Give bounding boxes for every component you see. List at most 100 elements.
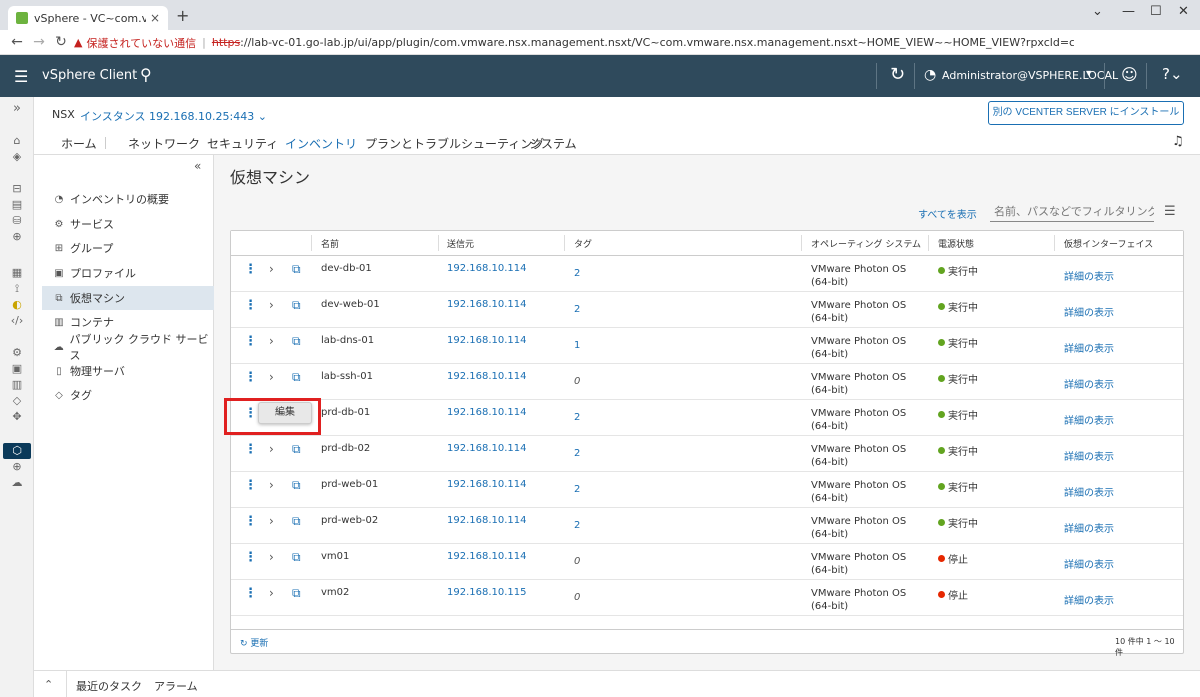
url-field[interactable]: ▲ 保護されていない通信 | https ://lab-vc-01.go-lab… [74,33,1074,52]
bell-icon[interactable]: ♫ [1172,134,1184,149]
home-icon[interactable]: ⌂ [9,133,25,149]
tags-icon[interactable]: ◇ [9,393,25,409]
vm-tag-count[interactable]: 2 [574,520,580,531]
tab-security[interactable]: セキュリティ [207,135,278,152]
view-details-link[interactable]: 詳細の表示 [1064,484,1114,499]
vms-templates-icon[interactable]: ▤ [9,197,25,213]
vm-tag-count[interactable]: 2 [574,268,580,279]
hosts-clusters-icon[interactable]: ⊟ [9,181,25,197]
vm-source-link[interactable]: 192.168.10.114 [447,371,527,382]
row-actions-icon[interactable]: ⋮ [244,262,257,277]
tab-network[interactable]: ネットワーク [128,135,200,152]
vm-source-link[interactable]: 192.168.10.114 [447,335,527,346]
networking-icon[interactable]: ⊕ [9,229,25,245]
alarms-tab[interactable]: アラーム [154,678,198,694]
refresh-icon[interactable]: ↻ [890,64,905,85]
vm-tag-count[interactable]: 2 [574,448,580,459]
show-all-link[interactable]: すべてを表示 [918,206,977,221]
expand-row-icon[interactable]: › [269,550,274,564]
vm-source-link[interactable]: 192.168.10.114 [447,479,527,490]
view-details-link[interactable]: 詳細の表示 [1064,556,1114,571]
vm-source-link[interactable]: 192.168.10.114 [447,551,527,562]
tab-home[interactable]: ホーム [61,135,97,152]
chevron-down-icon[interactable]: ⌄ [1092,4,1103,19]
sidebar-item-groups[interactable]: ⊞ グループ [42,236,214,260]
sidebar-item-inventory-overview[interactable]: ◔ インベントリの概要 [42,187,214,211]
storage-icon[interactable]: ⛁ [9,213,25,229]
menu-icon[interactable]: ☰ [14,67,28,86]
instance-selector[interactable]: インスタンス 192.168.10.25:443 ⌄ [80,108,267,124]
row-actions-icon[interactable]: ⋮ [244,442,257,457]
sidebar-item-services[interactable]: ⚙ サービス [42,212,214,236]
admin-icon[interactable]: ▣ [9,361,25,377]
tasks-icon[interactable]: ▥ [9,377,25,393]
vm-source-link[interactable]: 192.168.10.114 [447,299,527,310]
developer-icon[interactable]: ‹/› [9,313,25,329]
feedback-smile-icon[interactable]: ☺ [1121,65,1138,84]
sidebar-item-tags[interactable]: ◇ タグ [42,383,214,407]
security-warning[interactable]: 保護されていない通信 [86,35,196,51]
collapse-sidebar-icon[interactable]: « [194,159,201,173]
browser-tab[interactable]: vSphere - VC~com.vmware.nsx.m × [8,6,168,30]
column-header-vif[interactable]: 仮想インターフェイス [1064,237,1153,250]
vm-tag-count[interactable]: 2 [574,484,580,495]
search-icon[interactable]: ⚲ [140,65,152,84]
workload-icon[interactable]: ⟟ [9,281,25,297]
refresh-button[interactable]: ↻ 更新 [240,636,268,649]
cloud-icon[interactable]: ☁ [9,475,25,491]
column-header-name[interactable]: 名前 [321,237,339,250]
vm-source-link[interactable]: 192.168.10.114 [447,443,527,454]
user-menu[interactable]: Administrator@VSPHERE.LOCAL [942,69,1118,82]
view-details-link[interactable]: 詳細の表示 [1064,340,1114,355]
vm-source-link[interactable]: 192.168.10.114 [447,263,527,274]
column-header-source[interactable]: 送信元 [447,237,474,250]
view-details-link[interactable]: 詳細の表示 [1064,376,1114,391]
expand-row-icon[interactable]: › [269,298,274,312]
row-actions-icon[interactable]: ⋮ [244,514,257,529]
plugins-icon[interactable]: ✥ [9,409,25,425]
row-actions-icon[interactable]: ⋮ [244,298,257,313]
row-actions-icon[interactable]: ⋮ [244,370,257,385]
vm-source-link[interactable]: 192.168.10.115 [447,587,527,598]
vm-tag-count[interactable]: 2 [574,304,580,315]
nsx-icon[interactable]: ⬡ [3,443,31,459]
expand-row-icon[interactable]: › [269,262,274,276]
sidebar-item-profiles[interactable]: ▣ プロファイル [42,261,214,285]
filter-input[interactable] [990,202,1154,222]
expand-row-icon[interactable]: › [269,586,274,600]
view-details-link[interactable]: 詳細の表示 [1064,520,1114,535]
view-details-link[interactable]: 詳細の表示 [1064,268,1114,283]
forward-icon[interactable]: → [28,34,50,50]
maximize-icon[interactable]: ☐ [1150,4,1162,19]
policies-icon[interactable]: ⚙ [9,345,25,361]
chevron-down-icon[interactable]: ▾ [1086,68,1091,79]
tab-close-icon[interactable]: × [150,11,160,25]
tab-system[interactable]: システム [529,135,577,152]
expand-row-icon[interactable]: › [269,334,274,348]
minimize-icon[interactable]: — [1122,4,1135,19]
new-tab-icon[interactable]: + [176,6,189,25]
view-details-link[interactable]: 詳細の表示 [1064,304,1114,319]
recent-tasks-tab[interactable]: 最近のタスク [76,678,142,694]
expand-row-icon[interactable]: › [269,442,274,456]
row-actions-icon[interactable]: ⋮ [244,334,257,349]
row-actions-icon[interactable]: ⋮ [244,478,257,493]
view-details-link[interactable]: 詳細の表示 [1064,412,1114,427]
content-libraries-icon[interactable]: ▦ [9,265,25,281]
expand-row-icon[interactable]: › [269,370,274,384]
vm-source-link[interactable]: 192.168.10.114 [447,407,527,418]
row-actions-icon[interactable]: ⋮ [244,586,257,601]
expand-rail-icon[interactable]: » [9,101,25,117]
sidebar-item-virtual-machines[interactable]: ⧉ 仮想マシン [42,286,214,310]
shortcuts-icon[interactable]: ◈ [9,149,25,165]
chevron-up-icon[interactable]: ⌃ [44,678,53,691]
add-plugin-icon[interactable]: ⊕ [9,459,25,475]
column-header-tag[interactable]: タグ [574,237,592,250]
vm-tag-count[interactable]: 2 [574,412,580,423]
tab-inventory[interactable]: インベントリ [285,135,358,157]
help-icon[interactable]: ?⌄ [1162,65,1183,83]
install-vcenter-button[interactable]: 別の VCENTER SERVER にインストール [988,101,1184,125]
sidebar-item-physical-servers[interactable]: ▯ 物理サーバ [42,359,214,383]
back-icon[interactable]: ← [6,34,28,50]
expand-row-icon[interactable]: › [269,478,274,492]
